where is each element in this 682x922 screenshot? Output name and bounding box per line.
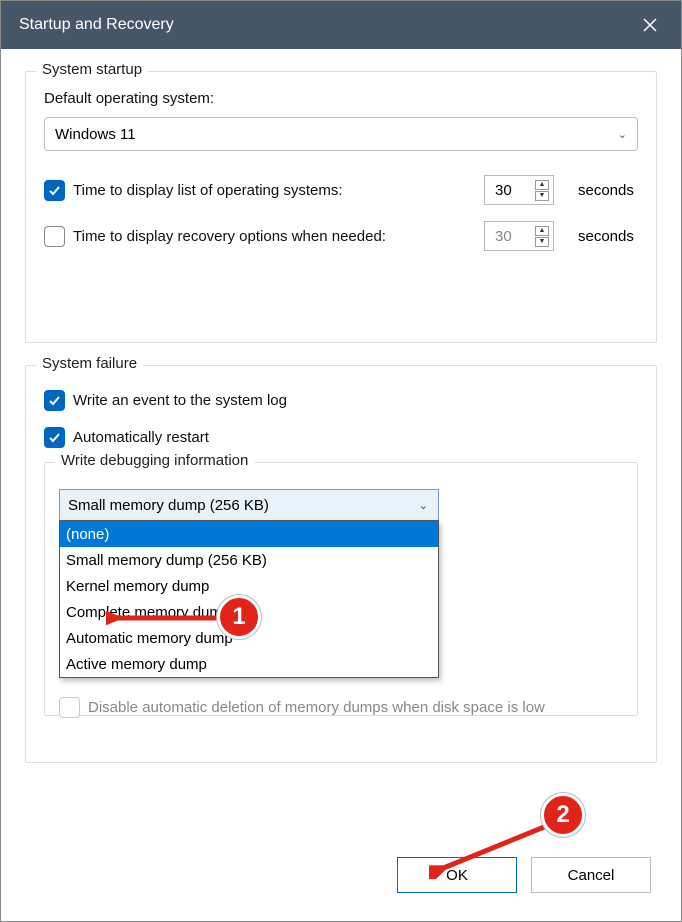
annotation-2: 2 xyxy=(541,793,585,837)
write-debug-group: Write debugging information Small memory… xyxy=(44,462,638,716)
option-active-dump[interactable]: Active memory dump xyxy=(60,651,438,677)
close-button[interactable] xyxy=(627,5,673,45)
default-os-label: Default operating system: xyxy=(44,90,638,107)
chevron-down-icon: ⌄ xyxy=(618,128,627,141)
spinner-down-icon-2: ▼ xyxy=(535,237,549,247)
chevron-down-icon: ⌄ xyxy=(419,499,428,512)
debug-info-combo[interactable]: Small memory dump (256 KB) ⌄ xyxy=(59,489,439,521)
annotation-arrow-2 xyxy=(429,819,559,879)
spinner-arrows-2: ▲ ▼ xyxy=(535,226,549,247)
default-os-select[interactable]: Windows 11 ⌄ xyxy=(44,117,638,151)
time-os-list-spinner[interactable]: 30 ▲ ▼ xyxy=(484,175,554,205)
debug-info-selected: Small memory dump (256 KB) xyxy=(68,497,269,514)
titlebar: Startup and Recovery xyxy=(1,1,681,49)
auto-restart-label: Automatically restart xyxy=(73,429,209,446)
write-debug-legend: Write debugging information xyxy=(55,452,254,469)
system-startup-group: System startup Default operating system:… xyxy=(25,71,657,343)
option-kernel-dump[interactable]: Kernel memory dump xyxy=(60,573,438,599)
spinner-up-icon-2: ▲ xyxy=(535,226,549,236)
time-os-list-checkbox[interactable] xyxy=(44,180,65,201)
seconds-label-2: seconds xyxy=(578,228,638,245)
disable-auto-delete-checkbox xyxy=(59,697,80,718)
default-os-value: Windows 11 xyxy=(55,126,136,143)
auto-restart-checkbox[interactable] xyxy=(44,427,65,448)
annotation-1: 1 xyxy=(217,595,261,639)
spinner-down-icon[interactable]: ▼ xyxy=(535,191,549,201)
window-title: Startup and Recovery xyxy=(19,16,174,34)
time-os-list-value: 30 xyxy=(495,182,512,199)
annotation-arrow-1 xyxy=(106,609,224,627)
disable-auto-delete-label: Disable automatic deletion of memory dum… xyxy=(88,699,545,716)
write-event-label: Write an event to the system log xyxy=(73,392,287,409)
spinner-arrows[interactable]: ▲ ▼ xyxy=(535,180,549,201)
write-event-checkbox[interactable] xyxy=(44,390,65,411)
option-none[interactable]: (none) xyxy=(60,521,438,547)
spinner-up-icon[interactable]: ▲ xyxy=(535,180,549,190)
option-small-dump[interactable]: Small memory dump (256 KB) xyxy=(60,547,438,573)
system-failure-legend: System failure xyxy=(36,355,143,372)
system-startup-legend: System startup xyxy=(36,61,148,78)
time-os-list-label: Time to display list of operating system… xyxy=(73,182,343,199)
seconds-label-1: seconds xyxy=(578,182,638,199)
close-icon xyxy=(643,18,657,32)
content-area: System startup Default operating system:… xyxy=(1,49,681,763)
system-failure-group: System failure Write an event to the sys… xyxy=(25,365,657,763)
time-recovery-value: 30 xyxy=(495,228,512,245)
time-recovery-label: Time to display recovery options when ne… xyxy=(73,228,386,245)
time-recovery-spinner: 30 ▲ ▼ xyxy=(484,221,554,251)
time-recovery-checkbox[interactable] xyxy=(44,226,65,247)
